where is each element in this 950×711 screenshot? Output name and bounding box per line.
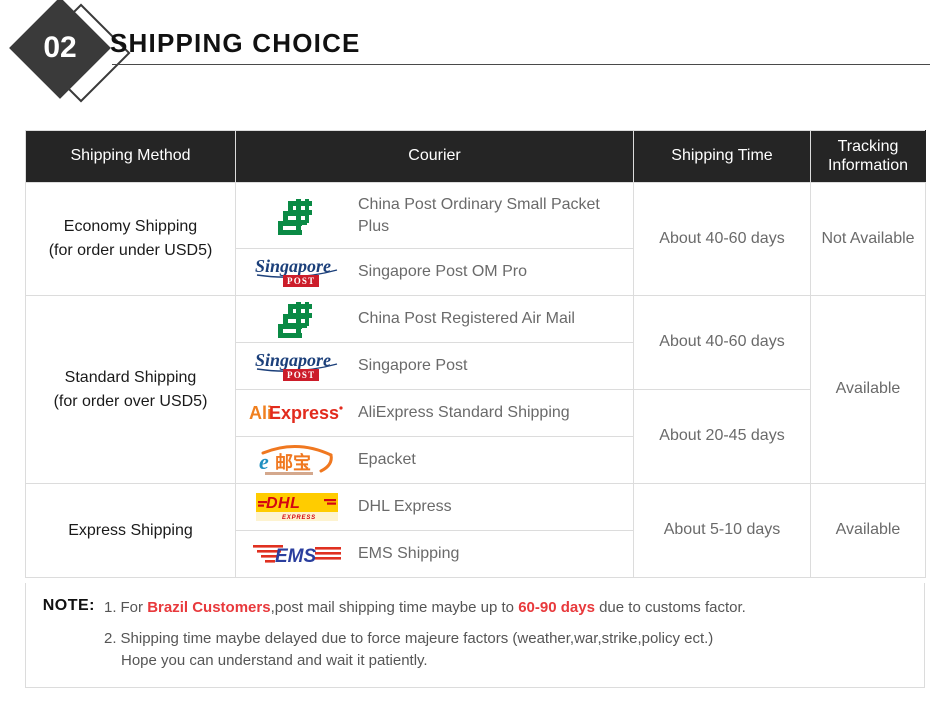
svg-text:Singapore: Singapore bbox=[255, 256, 331, 276]
svg-text:Express: Express bbox=[269, 403, 339, 423]
table-row: Economy Shipping (for order under USD5) bbox=[25, 182, 926, 296]
courier-label: EMS Shipping bbox=[358, 545, 460, 563]
note-item-2-number: 2. bbox=[104, 629, 117, 647]
shipping-time-economy: About 40-60 days bbox=[633, 182, 811, 296]
svg-text:DHL: DHL bbox=[266, 495, 300, 512]
column-header-courier: Courier bbox=[235, 130, 634, 183]
table-header-row: Shipping Method Courier Shipping Time Tr… bbox=[25, 130, 926, 183]
note-item-1-part3: due to customs factor. bbox=[594, 599, 746, 616]
singapore-post-logo: Singapore POST bbox=[242, 349, 352, 383]
page-title: SHIPPING CHOICE bbox=[110, 28, 361, 58]
tracking-status-express: Available bbox=[810, 483, 926, 578]
note-item-2-line2: Hope you can understand and wait it pati… bbox=[121, 652, 428, 669]
method-label-line2: (for order over USD5) bbox=[53, 392, 208, 410]
china-post-logo bbox=[242, 196, 352, 236]
singapore-post-logo: Singapore POST bbox=[242, 255, 352, 289]
courier-label: Singapore Post OM Pro bbox=[358, 263, 527, 281]
note-item-1-text: 1. For Brazil Customers,post mail shippin… bbox=[104, 597, 746, 620]
column-header-shipping-method: Shipping Method bbox=[25, 130, 236, 183]
courier-label: AliExpress Standard Shipping bbox=[358, 404, 570, 422]
courier-label: China Post Ordinary Small Packet Plus bbox=[358, 195, 600, 235]
svg-text:邮宝: 邮宝 bbox=[275, 452, 311, 474]
svg-text:POST: POST bbox=[287, 370, 315, 380]
note-highlight-days: 60-90 days bbox=[518, 599, 595, 616]
tracking-header-line2: Information bbox=[827, 156, 909, 174]
note-item-1: NOTE: 1. For Brazil Customers,post mail s… bbox=[26, 597, 924, 620]
note-label: NOTE: bbox=[42, 597, 95, 614]
table-row: Express Shipping DHL EXPRESS DHL Express… bbox=[25, 483, 926, 578]
courier-cell: e 邮宝 Epacket bbox=[235, 436, 634, 484]
courier-cell: Ali Express AliExpress Standard Shipping bbox=[235, 389, 634, 437]
tracking-header-line1: Tracking bbox=[837, 138, 899, 156]
courier-cell: China Post Registered Air Mail bbox=[235, 295, 634, 343]
method-label-line1: Standard Shipping bbox=[64, 368, 197, 386]
svg-text:POST: POST bbox=[287, 276, 315, 286]
column-header-shipping-time: Shipping Time bbox=[633, 130, 811, 183]
courier-label: DHL Express bbox=[358, 498, 452, 516]
aliexpress-logo: Ali Express bbox=[242, 400, 352, 426]
ems-logo: EMS bbox=[242, 539, 352, 569]
column-header-tracking-information: Tracking Information bbox=[810, 130, 926, 183]
header-divider bbox=[112, 64, 930, 65]
shipping-table-container: Shipping Method Courier Shipping Time Tr… bbox=[25, 130, 926, 578]
method-label-line1: Economy Shipping bbox=[63, 218, 198, 235]
note-item-2: 2. Shipping time maybe delayed due to for… bbox=[26, 628, 924, 673]
note-item-2-text: 2. Shipping time maybe delayed due to for… bbox=[104, 628, 713, 673]
courier-label: Singapore Post bbox=[358, 357, 468, 375]
note-item-1-part2: ,post mail shipping time maybe up to bbox=[270, 599, 519, 616]
tracking-status-standard: Available bbox=[810, 295, 926, 484]
note-highlight-brazil: Brazil Customers bbox=[147, 599, 271, 616]
note-item-2-line1: Shipping time maybe delayed due to force… bbox=[120, 629, 714, 647]
dhl-logo: DHL EXPRESS bbox=[242, 490, 352, 524]
section-number: 02 bbox=[43, 31, 77, 64]
courier-cell: China Post Ordinary Small Packet Plus bbox=[235, 182, 634, 249]
note-section: NOTE: 1. For Brazil Customers,post mail s… bbox=[25, 583, 925, 688]
svg-text:EXPRESS: EXPRESS bbox=[282, 515, 316, 521]
svg-text:e: e bbox=[259, 449, 269, 474]
china-post-logo bbox=[242, 299, 352, 339]
courier-cell: Singapore POST Singapore Post bbox=[235, 342, 634, 390]
courier-cell: EMS EMS Shipping bbox=[235, 530, 634, 578]
tracking-status-economy: Not Available bbox=[810, 182, 926, 296]
courier-cell: Singapore POST Singapore Post OM Pro bbox=[235, 248, 634, 296]
method-label-line2: (for order under USD5) bbox=[48, 242, 213, 259]
table-header: Shipping Method Courier Shipping Time Tr… bbox=[25, 130, 926, 183]
shipping-time-express: About 5-10 days bbox=[633, 483, 811, 578]
shipping-table: Shipping Method Courier Shipping Time Tr… bbox=[25, 130, 926, 578]
shipping-time-standard-fast: About 20-45 days bbox=[633, 389, 811, 484]
courier-label: China Post Registered Air Mail bbox=[358, 310, 575, 328]
courier-label: Epacket bbox=[358, 451, 416, 469]
shipping-method-economy: Economy Shipping (for order under USD5) bbox=[25, 182, 236, 296]
note-item-1-number: 1. bbox=[104, 599, 117, 616]
method-label-line1: Express Shipping bbox=[68, 521, 193, 539]
shipping-method-express: Express Shipping bbox=[25, 483, 236, 578]
shipping-method-standard: Standard Shipping (for order over USD5) bbox=[25, 295, 236, 484]
table-body: Economy Shipping (for order under USD5) bbox=[25, 182, 926, 578]
table-row: Standard Shipping (for order over USD5) bbox=[25, 295, 926, 484]
svg-text:Singapore: Singapore bbox=[255, 350, 331, 370]
note-item-1-part1: For bbox=[120, 599, 148, 616]
courier-cell: DHL EXPRESS DHL Express bbox=[235, 483, 634, 531]
section-header: 02 SHIPPING CHOICE bbox=[0, 0, 950, 110]
svg-text:EMS: EMS bbox=[275, 546, 317, 567]
shipping-time-standard-slow: About 40-60 days bbox=[633, 295, 811, 390]
note-label-spacer bbox=[26, 628, 104, 673]
epacket-logo: e 邮宝 bbox=[242, 441, 352, 479]
